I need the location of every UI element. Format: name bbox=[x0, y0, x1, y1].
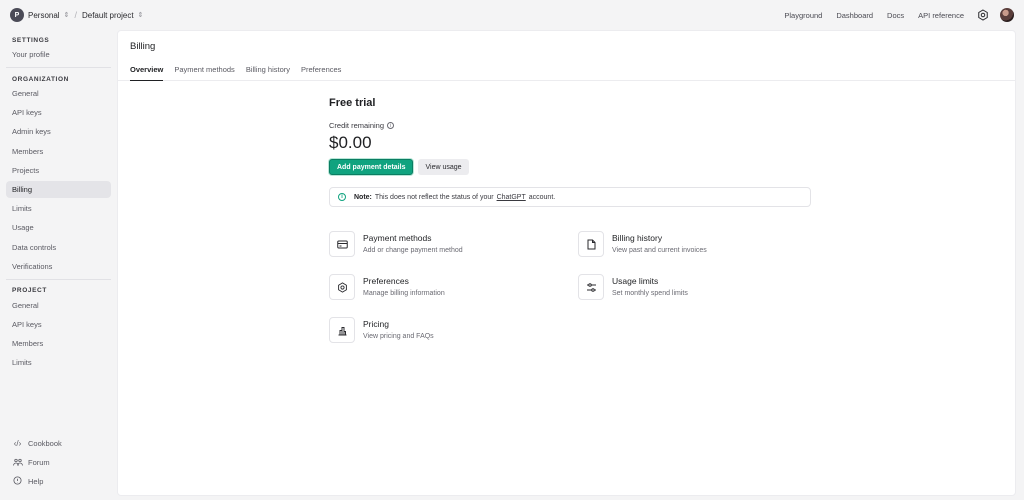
sidebar-item-api-keys[interactable]: API keys bbox=[6, 104, 111, 121]
credit-card-icon bbox=[329, 231, 355, 257]
credit-label-row: Credit remaining i bbox=[329, 121, 813, 130]
card-preferences[interactable]: Preferences Manage billing information bbox=[329, 274, 578, 300]
card-title: Payment methods bbox=[363, 233, 432, 243]
sidebar-item-admin-keys[interactable]: Admin keys bbox=[6, 123, 111, 140]
org-switcher[interactable]: Personal ⇕ bbox=[28, 11, 69, 20]
page-title: Billing bbox=[130, 41, 156, 52]
chatgpt-note: i Note: This does not reflect the status… bbox=[329, 187, 811, 207]
sidebar-item-verifications[interactable]: Verifications bbox=[6, 258, 111, 275]
main-panel: Billing Overview Payment methods Billing… bbox=[117, 30, 1016, 496]
sidebar-item-help[interactable]: Help bbox=[6, 473, 111, 490]
sidebar-item-members[interactable]: Members bbox=[6, 143, 111, 160]
divider bbox=[6, 67, 111, 68]
tab-bar: Overview Payment methods Billing history… bbox=[118, 59, 1015, 81]
card-subtitle: View pricing and FAQs bbox=[363, 333, 434, 340]
nav-playground[interactable]: Playground bbox=[784, 11, 822, 20]
divider bbox=[6, 278, 111, 280]
card-pricing[interactable]: Pricing View pricing and FAQs bbox=[329, 317, 578, 343]
card-usage-limits[interactable]: Usage limits Set monthly spend limits bbox=[578, 274, 813, 300]
sidebar-item-general[interactable]: General bbox=[6, 85, 111, 102]
code-icon: ‹/› bbox=[13, 439, 22, 448]
section-title-settings: SETTINGS bbox=[12, 36, 50, 44]
help-label: Help bbox=[28, 477, 44, 486]
sidebar-item-data-controls[interactable]: Data controls bbox=[6, 239, 111, 256]
chatgpt-link[interactable]: ChatGPT bbox=[497, 194, 526, 201]
sidebar-item-project-limits[interactable]: Limits bbox=[6, 354, 111, 371]
view-usage-button[interactable]: View usage bbox=[418, 159, 469, 175]
add-payment-details-button[interactable]: Add payment details bbox=[329, 159, 414, 175]
plan-title: Free trial bbox=[329, 97, 376, 109]
action-buttons: Add payment details View usage bbox=[329, 159, 813, 175]
settings-icon bbox=[329, 274, 355, 300]
note-label: Note: bbox=[354, 193, 372, 201]
top-nav: Playground Dashboard Docs API reference bbox=[770, 8, 1014, 22]
tab-billing-history[interactable]: Billing history bbox=[246, 59, 290, 81]
org-avatar[interactable]: P bbox=[10, 8, 24, 22]
project-switcher[interactable]: Default project ⇕ bbox=[82, 11, 143, 20]
sidebar-item-forum[interactable]: Forum bbox=[6, 454, 111, 471]
card-title: Usage limits bbox=[612, 276, 659, 286]
sidebar-item-billing[interactable]: Billing bbox=[6, 180, 111, 198]
card-subtitle: Set monthly spend limits bbox=[612, 290, 688, 297]
sidebar-item-your-profile[interactable]: Your profile bbox=[6, 46, 111, 63]
chevron-updown-icon: ⇕ bbox=[137, 12, 144, 19]
sidebar-item-limits[interactable]: Limits bbox=[6, 200, 111, 217]
card-title: Billing history bbox=[612, 233, 663, 243]
project-name: Default project bbox=[81, 10, 134, 20]
card-title: Pricing bbox=[363, 319, 389, 329]
card-subtitle: View past and current invoices bbox=[612, 247, 707, 254]
sidebar-item-project-general[interactable]: General bbox=[6, 297, 111, 314]
cookbook-label: Cookbook bbox=[28, 439, 62, 448]
card-subtitle: Add or change payment method bbox=[363, 247, 463, 254]
document-icon bbox=[578, 231, 604, 257]
top-bar: P Personal ⇕ / Default project ⇕ Playgro… bbox=[0, 0, 1024, 30]
sidebar-item-project-api-keys[interactable]: API keys bbox=[6, 316, 111, 333]
chevron-updown-icon: ⇕ bbox=[63, 12, 70, 19]
sidebar-item-cookbook[interactable]: ‹/› Cookbook bbox=[6, 435, 111, 452]
help-icon bbox=[12, 476, 23, 487]
info-circle-icon: i bbox=[338, 193, 346, 201]
user-avatar[interactable] bbox=[1000, 8, 1014, 22]
credit-label: Credit remaining bbox=[329, 121, 385, 130]
card-subtitle: Manage billing information bbox=[363, 290, 445, 297]
breadcrumb-separator: / bbox=[74, 10, 77, 20]
sidebar-item-usage[interactable]: Usage bbox=[6, 219, 111, 236]
chart-icon bbox=[329, 317, 355, 343]
tab-payment-methods[interactable]: Payment methods bbox=[174, 59, 234, 81]
nav-docs[interactable]: Docs bbox=[887, 11, 904, 20]
nav-api-reference[interactable]: API reference bbox=[918, 11, 964, 20]
tab-preferences[interactable]: Preferences bbox=[301, 59, 341, 81]
note-text: This does not reflect the status of your bbox=[374, 193, 494, 201]
org-name: Personal bbox=[28, 10, 60, 20]
card-title: Preferences bbox=[363, 276, 409, 286]
note-tail: account. bbox=[528, 193, 556, 201]
sliders-icon bbox=[578, 274, 604, 300]
sidebar-footer: ‹/› Cookbook Forum Help bbox=[6, 435, 111, 492]
billing-cards: Payment methods Add or change payment me… bbox=[329, 231, 813, 343]
credit-amount: $0.00 bbox=[329, 133, 372, 152]
card-billing-history[interactable]: Billing history View past and current in… bbox=[578, 231, 813, 257]
billing-overview: Free trial Credit remaining i $0.00 Add … bbox=[329, 97, 813, 343]
section-title-project: PROJECT bbox=[12, 287, 47, 295]
sidebar: SETTINGS Your profile ORGANIZATION Gener… bbox=[0, 30, 117, 500]
info-icon[interactable]: i bbox=[387, 122, 395, 129]
forum-label: Forum bbox=[28, 458, 50, 467]
sidebar-item-projects[interactable]: Projects bbox=[6, 162, 111, 179]
section-title-organization: ORGANIZATION bbox=[12, 75, 69, 83]
people-icon bbox=[12, 458, 23, 468]
card-payment-methods[interactable]: Payment methods Add or change payment me… bbox=[329, 231, 578, 257]
tab-overview[interactable]: Overview bbox=[130, 59, 164, 81]
settings-gear-icon[interactable] bbox=[976, 8, 990, 22]
sidebar-item-project-members[interactable]: Members bbox=[6, 335, 111, 352]
nav-dashboard[interactable]: Dashboard bbox=[836, 11, 873, 20]
